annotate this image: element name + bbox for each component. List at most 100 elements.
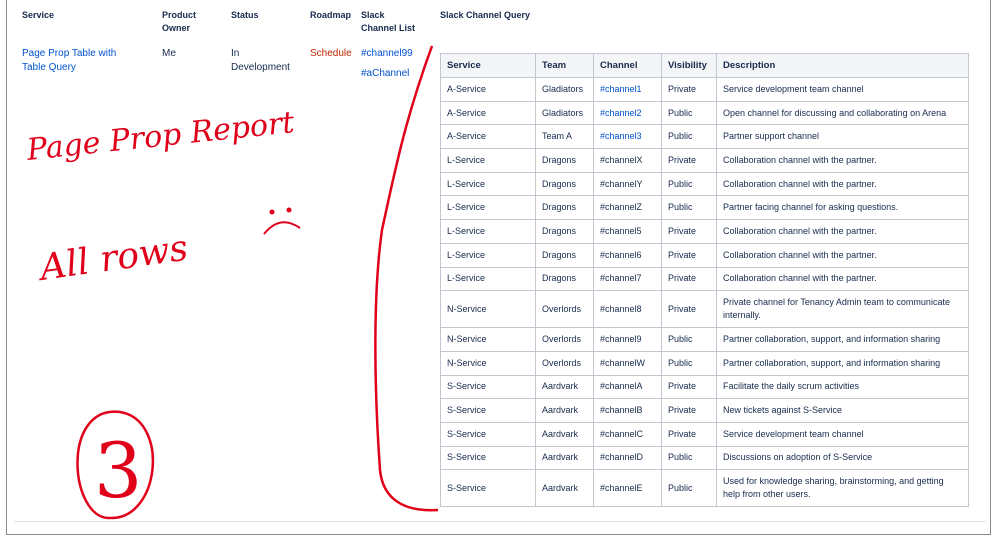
table-row: S-Service Aardvark #channelD Public Discussi… [440,445,969,471]
cell-service: S-Service [440,421,536,447]
channel-link[interactable]: #channel3 [600,131,642,141]
channel-list-link[interactable]: #aChannel [361,67,409,81]
cell-description: Service development team channel [716,77,969,102]
cell-description: Collaboration channel with the partner. [716,266,969,292]
product-owner-value: Me [162,48,176,59]
cell-channel: #channel6 [593,242,662,268]
cell-team: Dragons [535,266,594,292]
cell-channel: #channelZ [593,195,662,221]
th-service[interactable]: Service [440,53,536,78]
cell-service: A-Service [440,77,536,102]
cell-channel: #channel3 [593,124,662,150]
cell-service: S-Service [440,469,536,508]
th-team[interactable]: Team [535,53,594,78]
cell-visibility: Public [661,171,717,197]
cell-description: Collaboration channel with the partner. [716,171,969,197]
cell-team: Overlords [535,327,594,352]
cell-channel: #channel1 [593,77,662,102]
table-row: L-Service Dragons #channel7 Private Collabor… [440,266,969,292]
cell-service: L-Service [440,148,536,173]
roadmap-link[interactable]: Schedule [310,47,352,61]
cell-visibility: Private [661,290,717,329]
table-row: L-Service Dragons #channelY Public Collabora… [440,171,969,197]
cell-channel: #channelA [593,374,662,400]
slack-channel-query-table: Service Team Channel Visibility Descript… [440,53,969,508]
cell-description: Service development team channel [716,421,969,447]
cell-channel: #channel5 [593,219,662,244]
cell-visibility: Private [661,421,717,447]
cell-team: Team A [535,124,594,150]
cell-description: New tickets against S-Service [716,398,969,423]
cell-team: Dragons [535,219,594,244]
table-row: A-Service Gladiators #channel1 Private Servi… [440,77,969,102]
cell-channel: #channelX [593,148,662,173]
cell-description: Partner support channel [716,124,969,150]
cell-description: Collaboration channel with the partner. [716,148,969,173]
cell-service: A-Service [440,124,536,150]
cell-description: Collaboration channel with the partner. [716,242,969,268]
cell-visibility: Public [661,100,717,126]
cell-visibility: Private [661,219,717,244]
cell-description: Partner collaboration, support, and info… [716,327,969,352]
cell-team: Dragons [535,195,594,221]
cell-description: Partner facing channel for asking questi… [716,195,969,221]
table-row: S-Service Aardvark #channelE Public Used for… [440,469,969,508]
divider [14,521,986,522]
cell-team: Gladiators [535,77,594,102]
col-header-slack-channel-list[interactable]: Slack Channel List [361,9,421,35]
table-row: S-Service Aardvark #channelA Private Facilit… [440,374,969,400]
table-row: L-Service Dragons #channelX Private Collabor… [440,148,969,173]
cell-visibility: Public [661,124,717,150]
cell-team: Overlords [535,350,594,376]
th-visibility[interactable]: Visibility [661,53,717,78]
cell-service: L-Service [440,171,536,197]
cell-description: Collaboration channel with the partner. [716,219,969,244]
cell-visibility: Private [661,374,717,400]
table-row: L-Service Dragons #channelZ Public Partner f… [440,195,969,221]
table-row: L-Service Dragons #channel6 Private Collabor… [440,242,969,268]
cell-service: S-Service [440,445,536,471]
cell-channel: #channelD [593,445,662,471]
cell-channel: #channelE [593,469,662,508]
th-channel[interactable]: Channel [593,53,662,78]
col-header-status[interactable]: Status [231,9,259,22]
col-header-service[interactable]: Service [22,9,54,22]
table-row: N-Service Overlords #channelW Public Partner… [440,350,969,376]
cell-service: N-Service [440,350,536,376]
cell-channel: #channelY [593,171,662,197]
cell-visibility: Public [661,327,717,352]
table-row: N-Service Overlords #channel8 Private Privat… [440,290,969,329]
cell-team: Gladiators [535,100,594,126]
channel-link[interactable]: #channel1 [600,84,642,94]
cell-visibility: Private [661,77,717,102]
col-header-roadmap[interactable]: Roadmap [310,9,351,22]
cell-channel: #channelB [593,398,662,423]
table-row: S-Service Aardvark #channelC Private Service… [440,421,969,447]
cell-visibility: Public [661,469,717,508]
table-row: L-Service Dragons #channel5 Private Collabor… [440,219,969,244]
cell-team: Aardvark [535,421,594,447]
col-header-slack-channel-query[interactable]: Slack Channel Query [440,9,530,22]
cell-channel: #channelW [593,350,662,376]
cell-description: Partner collaboration, support, and info… [716,350,969,376]
cell-team: Overlords [535,290,594,329]
cell-team: Dragons [535,242,594,268]
cell-visibility: Private [661,148,717,173]
cell-service: N-Service [440,290,536,329]
channel-list-link[interactable]: #channel99 [361,47,413,61]
cell-visibility: Private [661,242,717,268]
service-page-link[interactable]: Page Prop Table with Table Query [22,47,140,75]
cell-service: S-Service [440,398,536,423]
status-value: In Development [231,48,290,73]
channel-link[interactable]: #channel2 [600,108,642,118]
cell-service: A-Service [440,100,536,126]
cell-team: Aardvark [535,445,594,471]
col-header-product-owner[interactable]: Product Owner [162,9,212,35]
cell-channel: #channelC [593,421,662,447]
cell-visibility: Public [661,445,717,471]
cell-team: Aardvark [535,398,594,423]
table-header-row: Service Team Channel Visibility Descript… [440,53,969,78]
table-row: A-Service Team A #channel3 Public Partner su… [440,124,969,150]
cell-team: Aardvark [535,374,594,400]
th-description[interactable]: Description [716,53,969,78]
